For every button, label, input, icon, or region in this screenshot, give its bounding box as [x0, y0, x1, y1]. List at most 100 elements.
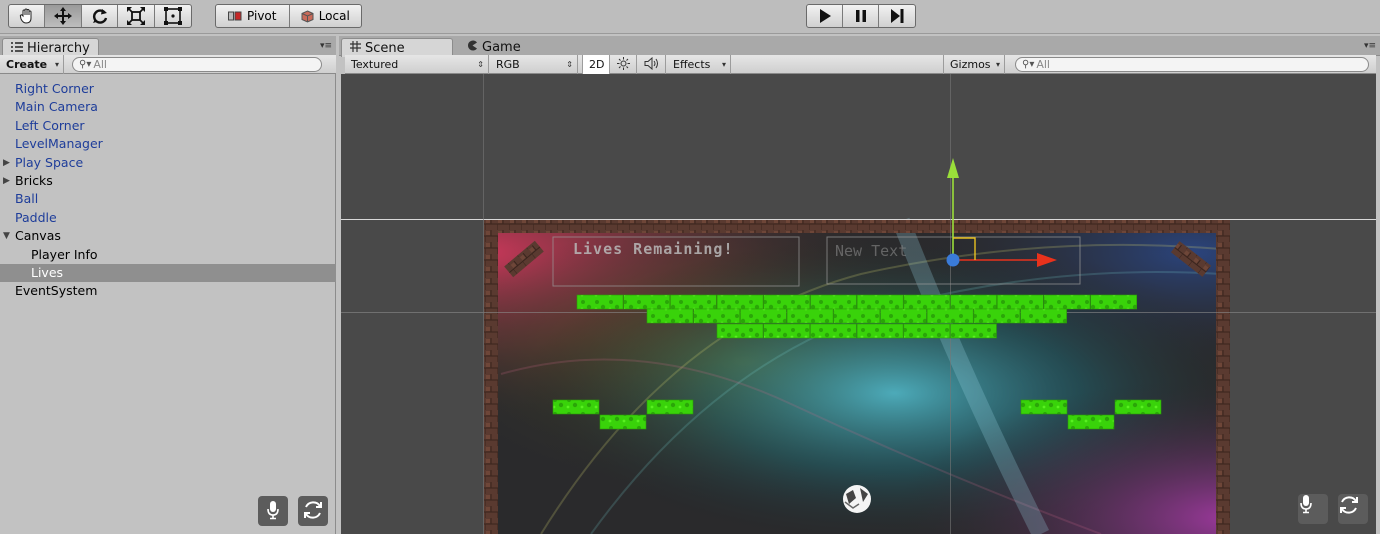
brick[interactable] — [763, 294, 811, 310]
hand-tool-button[interactable] — [9, 5, 46, 27]
brick[interactable] — [623, 294, 671, 310]
hierarchy-item[interactable]: ▶ Play Space — [0, 154, 336, 172]
brick[interactable] — [740, 308, 787, 324]
brick[interactable] — [646, 308, 694, 324]
mode-2d-toggle[interactable]: 2D — [582, 55, 610, 74]
hierarchy-search-input[interactable]: ⚲▾ All — [72, 57, 322, 72]
collapse-arrow-icon[interactable]: ▶ — [3, 172, 10, 190]
scene-viewport[interactable]: Lives Remaining! New Text — [341, 74, 1376, 534]
brick[interactable] — [1020, 399, 1068, 415]
brick[interactable] — [716, 323, 764, 339]
hierarchy-item[interactable]: ▶ Bricks — [0, 172, 336, 190]
scale-tool-button[interactable] — [118, 5, 155, 27]
brick[interactable] — [552, 399, 600, 415]
pause-button[interactable] — [843, 5, 880, 27]
step-button[interactable] — [879, 5, 915, 27]
scene-lighting-toggle[interactable] — [611, 55, 637, 74]
brick[interactable] — [950, 294, 997, 310]
brick[interactable] — [599, 414, 647, 430]
brick[interactable] — [1043, 294, 1091, 310]
gizmos-label: Gizmos — [950, 58, 991, 71]
play-controls — [806, 4, 916, 28]
brick[interactable] — [1114, 399, 1162, 415]
hierarchy-item[interactable]: Player Info — [0, 246, 336, 264]
brick[interactable] — [1020, 308, 1067, 324]
hierarchy-item-label: LevelManager — [15, 136, 103, 152]
scene-panel: Scene Game ▾≡ Textured ⇕ RGB ⇕ 2D Effect… — [339, 36, 1380, 534]
scene-panel-menu-icon[interactable]: ▾≡ — [1364, 41, 1376, 51]
brick[interactable] — [576, 294, 624, 310]
refresh-button[interactable] — [298, 496, 328, 526]
brick[interactable] — [763, 323, 811, 339]
brick[interactable] — [903, 323, 951, 339]
brick[interactable] — [646, 399, 694, 415]
brick[interactable] — [950, 323, 997, 339]
brick[interactable] — [856, 294, 904, 310]
mic-button[interactable] — [258, 496, 288, 526]
hierarchy-item-label: Lives — [31, 264, 64, 280]
hierarchy-item[interactable]: EventSystem — [0, 282, 336, 300]
tab-hierarchy-label: Hierarchy — [27, 40, 90, 56]
hierarchy-item-label: Ball — [15, 191, 39, 207]
hierarchy-item[interactable]: Main Camera — [0, 98, 336, 116]
scene-mic-button[interactable] — [1298, 494, 1328, 524]
mode-2d-label: 2D — [589, 58, 605, 71]
new-text-label: New Text — [835, 242, 907, 260]
refresh-icon — [302, 499, 324, 524]
hierarchy-item[interactable]: LevelManager — [0, 135, 336, 153]
scene-search-input[interactable]: ⚲▾ All — [1015, 57, 1369, 72]
brick[interactable] — [926, 308, 974, 324]
pause-icon — [853, 8, 869, 24]
effects-dropdown[interactable]: Effects ▾ — [667, 55, 731, 74]
hierarchy-item[interactable]: Lives — [0, 263, 336, 283]
local-toggle[interactable]: Local — [290, 5, 362, 27]
hierarchy-item-label: Paddle — [15, 209, 57, 225]
hand-icon — [18, 7, 36, 25]
hierarchy-item-label: Player Info — [31, 246, 98, 262]
brick[interactable] — [810, 323, 857, 339]
handle-position-toggles: Pivot Local — [215, 4, 362, 28]
brick[interactable] — [996, 294, 1044, 310]
hierarchy-item[interactable]: Paddle — [0, 209, 336, 227]
collapse-arrow-icon[interactable]: ▶ — [3, 154, 10, 172]
expand-arrow-icon[interactable]: ▼ — [3, 227, 10, 245]
rect-tool-button[interactable] — [155, 5, 191, 27]
brick[interactable] — [716, 294, 764, 310]
hierarchy-item-label: Canvas — [15, 228, 61, 244]
sun-icon — [617, 56, 630, 73]
tab-game[interactable]: Game — [459, 38, 529, 56]
brick[interactable] — [880, 308, 927, 324]
rotate-tool-button[interactable] — [82, 5, 119, 27]
ball[interactable] — [843, 485, 871, 513]
play-button[interactable] — [807, 5, 844, 27]
hierarchy-item[interactable]: ▼ Canvas — [0, 227, 336, 245]
pivot-toggle[interactable]: Pivot — [216, 5, 290, 27]
create-dropdown[interactable]: Create ▾ — [0, 55, 64, 74]
scene-canvas[interactable]: Lives Remaining! New Text — [341, 74, 1376, 534]
transform-tools — [8, 4, 192, 28]
brick[interactable] — [1067, 414, 1115, 430]
brick[interactable] — [973, 308, 1021, 324]
brick[interactable] — [1090, 294, 1138, 310]
brick[interactable] — [693, 308, 741, 324]
brick[interactable] — [786, 308, 834, 324]
brick[interactable] — [856, 323, 904, 339]
lives-remaining-text: Lives Remaining! — [573, 240, 734, 258]
hierarchy-item[interactable]: Left Corner — [0, 117, 336, 135]
brick[interactable] — [903, 294, 951, 310]
brick[interactable] — [810, 294, 857, 310]
gizmo-center[interactable] — [946, 253, 960, 267]
scene-refresh-button[interactable] — [1338, 494, 1368, 524]
move-tool-button[interactable] — [45, 5, 82, 27]
brick[interactable] — [833, 308, 881, 324]
scene-audio-toggle[interactable] — [638, 55, 666, 74]
panel-menu-icon[interactable]: ▾≡ — [320, 41, 332, 51]
brick[interactable] — [670, 294, 717, 310]
shading-mode-dropdown[interactable]: Textured ⇕ — [345, 55, 489, 74]
hierarchy-item[interactable]: Right Corner — [0, 80, 336, 98]
render-mode-dropdown[interactable]: RGB ⇕ — [490, 55, 578, 74]
hierarchy-item[interactable]: Ball — [0, 190, 336, 208]
gizmos-dropdown[interactable]: Gizmos ▾ — [943, 55, 1005, 74]
scene-tabbar: Scene Game ▾≡ — [339, 36, 1380, 57]
hierarchy-item-label: EventSystem — [15, 283, 98, 299]
